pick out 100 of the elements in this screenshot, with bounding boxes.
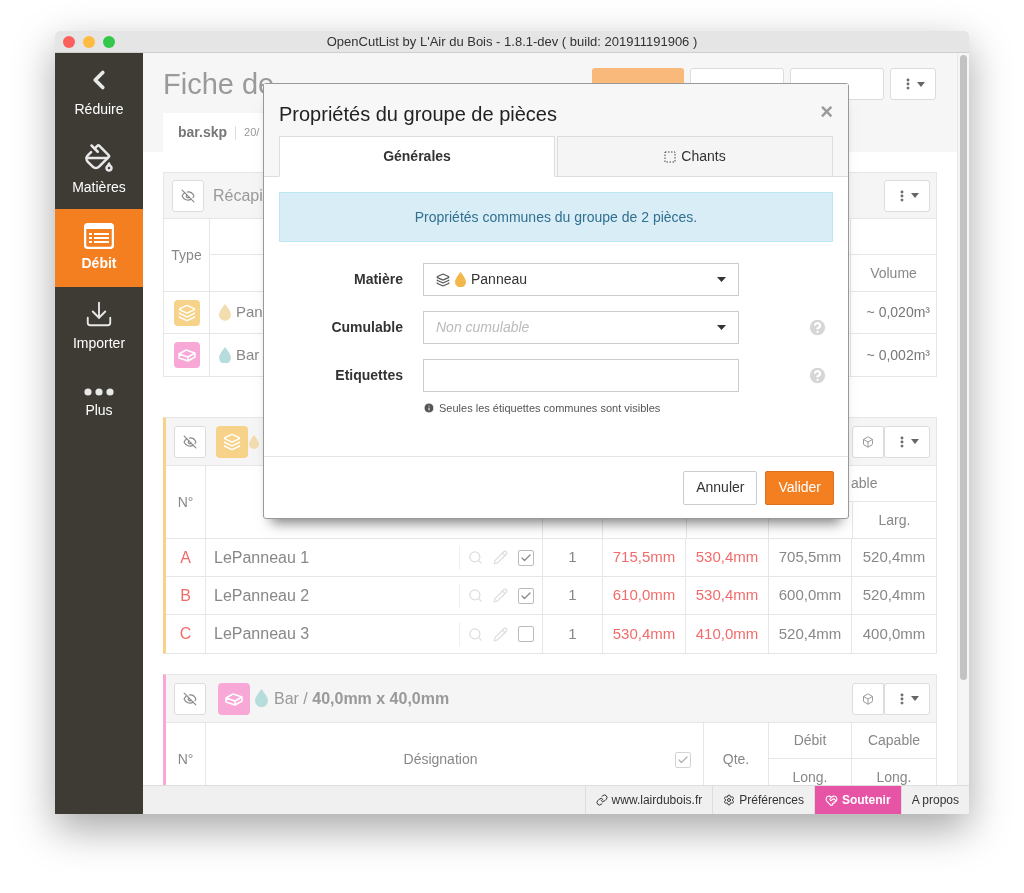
cancel-button[interactable]: Annuler (683, 470, 758, 505)
checkbox[interactable] (518, 626, 534, 642)
checkbox[interactable] (518, 549, 534, 566)
table-header-cell: Larg. (852, 502, 936, 538)
part-number: A (179, 547, 192, 568)
paint-bucket-icon (84, 142, 114, 173)
table-header-cell-text: N° (176, 492, 195, 512)
sidebar-label: Importer (72, 333, 126, 353)
info-icon (423, 402, 435, 415)
sidebar-item[interactable]: Plus (55, 365, 143, 443)
table-header-cell-text: Volume (869, 263, 918, 283)
table-cell: 520,4mm (851, 539, 936, 576)
pencil-icon[interactable] (493, 588, 508, 603)
eye-off-icon (183, 434, 197, 449)
footer-link[interactable]: Préférences (712, 786, 814, 814)
field-label: Etiquettes (334, 366, 403, 385)
table-header-cell-text: able (851, 474, 878, 493)
search-icon[interactable] (468, 588, 483, 603)
window-title: OpenCutList by L'Air du Bois - 1.8.1-dev ( build: 201911191906 ) (325, 32, 699, 51)
menu-button[interactable] (884, 425, 930, 458)
part-number: C (178, 624, 193, 644)
brick-icon (225, 691, 243, 706)
sidebar-label: Réduire (74, 99, 124, 119)
settings-icon (723, 794, 736, 806)
sidebar-item[interactable]: Matières (55, 131, 143, 209)
table-cell: 410,0mm (685, 615, 768, 653)
table-header-cell: Type (164, 219, 210, 291)
help-icon[interactable] (807, 365, 828, 386)
menu-button[interactable] (884, 682, 930, 715)
table-cell: 400,0mm (851, 615, 936, 653)
field-label: Cumulable (330, 318, 403, 337)
table-cell: 705,5mm (768, 539, 851, 576)
sidebar-item[interactable]: Réduire (55, 53, 143, 131)
brick-icon (177, 348, 196, 362)
more-icon (84, 387, 114, 396)
layers-icon (436, 272, 450, 287)
table-header-cell-text: Long. (791, 768, 829, 785)
table-cell: 1 (542, 539, 602, 576)
list-icon (84, 222, 114, 249)
sidebar-label: Plus (85, 400, 113, 420)
dialog-tab[interactable]: Chants (557, 136, 833, 177)
search-icon[interactable] (468, 550, 483, 565)
link-icon (595, 794, 608, 806)
table-cell: 530,4mm (685, 577, 768, 614)
group-title: Bar / 40,0mm x 40,0mm (274, 688, 450, 709)
table-cell: ~ 0,020m³ (850, 292, 936, 333)
table-cell: 610,0mm (602, 577, 685, 614)
heart-hand-icon (824, 793, 838, 807)
table-cell: 530,4mm (602, 615, 685, 653)
pencil-icon[interactable] (493, 626, 508, 642)
scrollbar-thumb[interactable] (960, 55, 967, 680)
dialog-title: Propriétés du groupe de pièces (279, 102, 557, 127)
caret-down-icon (717, 277, 726, 282)
panel-title: Récapi (213, 185, 263, 206)
footer-link[interactable]: www.lairdubois.fr (584, 786, 713, 814)
visibility-toggle-button[interactable] (172, 179, 204, 212)
dimensions-button[interactable] (852, 682, 884, 715)
caret-down-icon (917, 81, 925, 87)
zoom-window-button[interactable] (103, 35, 115, 48)
table-cell: 1 (542, 615, 602, 653)
search-icon[interactable] (468, 626, 483, 642)
caret-down-icon (911, 439, 919, 444)
field-label: Matière (352, 270, 403, 289)
minimize-window-button[interactable] (83, 35, 95, 48)
eye-off-icon (181, 188, 195, 203)
input-field[interactable] (423, 359, 739, 392)
checkbox[interactable] (518, 587, 534, 604)
part-name: LePanneau 2 (214, 585, 311, 606)
cube-icon (862, 692, 874, 705)
table-header-cell: Débit (769, 723, 851, 759)
dimensions-button[interactable] (852, 425, 884, 458)
table-cell: 520,4mm (768, 615, 851, 653)
table-cell: 600,0mm (768, 577, 851, 614)
caret-down-icon (911, 696, 919, 701)
caret-down-icon (911, 193, 919, 198)
layers-icon (223, 432, 241, 451)
file-name: bar.skp (178, 123, 228, 142)
pencil-icon[interactable] (493, 550, 508, 565)
table-header-cell: Capable (852, 723, 936, 759)
close-window-button[interactable] (63, 35, 75, 48)
visibility-toggle-button[interactable] (174, 682, 206, 715)
table-header-cell-text: N° (176, 750, 195, 769)
scrollbar[interactable] (957, 53, 969, 785)
info-alert: Propriétés communes du groupe de 2 pièces. (279, 192, 833, 242)
menu-button[interactable] (884, 179, 930, 212)
field-hint: Seules les étiquettes communes sont visibles (439, 401, 661, 416)
material-name: Pan (236, 302, 263, 323)
sidebar-item[interactable]: Importer (55, 287, 143, 365)
help-icon[interactable] (807, 317, 828, 338)
sidebar-label: Débit (81, 253, 117, 273)
part-number: B (179, 585, 192, 606)
footer-link[interactable]: A propos (900, 786, 969, 814)
file-date: 20/ (244, 125, 260, 141)
visibility-toggle-button[interactable] (174, 425, 206, 458)
menu-button[interactable] (890, 68, 936, 100)
table-header-cell-text: Long. (875, 768, 913, 785)
select-field[interactable]: Panneau (423, 263, 739, 296)
dialog-tab[interactable]: Générales (279, 136, 555, 177)
material-name: Bar (236, 344, 260, 365)
checkbox[interactable] (675, 751, 691, 768)
